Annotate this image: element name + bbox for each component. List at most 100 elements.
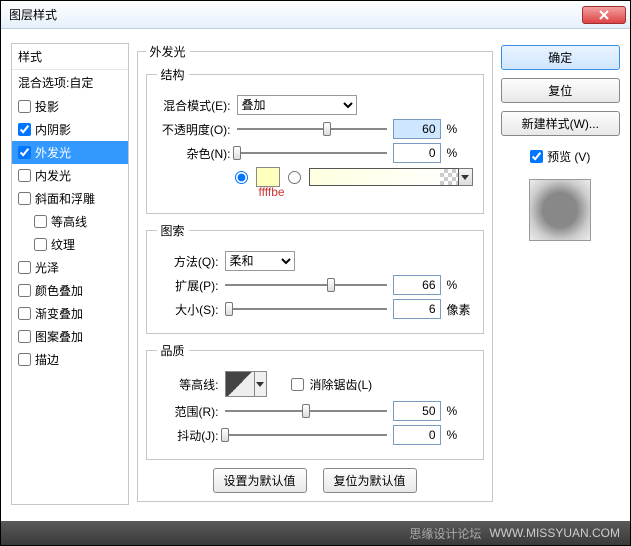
range-input[interactable] <box>393 401 441 421</box>
style-item-label: 颜色叠加 <box>35 282 83 299</box>
contour-dropdown[interactable] <box>255 371 267 397</box>
style-item-label: 图案叠加 <box>35 328 83 345</box>
color-hex: ffffbe <box>157 185 473 199</box>
noise-unit: % <box>447 146 473 160</box>
style-checkbox[interactable] <box>34 215 47 228</box>
color-swatch[interactable] <box>256 167 280 187</box>
footer: 思缘设计论坛 WWW.MISSYUAN.COM <box>1 521 630 545</box>
style-item-6[interactable]: 纹理 <box>12 233 128 256</box>
noise-input[interactable] <box>393 143 441 163</box>
elements-group: 图索 方法(Q): 柔和 扩展(P): % 大小(S): <box>146 222 484 334</box>
blend-mode-label: 混合模式(E): <box>157 97 231 114</box>
gradient-radio[interactable] <box>288 171 301 184</box>
style-item-7[interactable]: 光泽 <box>12 256 128 279</box>
close-button[interactable] <box>582 6 626 24</box>
styles-header[interactable]: 样式 <box>12 44 128 70</box>
quality-legend: 品质 <box>157 342 189 359</box>
style-checkbox[interactable] <box>18 307 31 320</box>
style-checkbox[interactable] <box>18 100 31 113</box>
gradient-picker[interactable] <box>309 168 459 186</box>
content-area: 样式 混合选项:自定 投影内阴影外发光内发光斜面和浮雕等高线纹理光泽颜色叠加渐变… <box>1 29 630 515</box>
solid-color-radio[interactable] <box>235 171 248 184</box>
style-item-9[interactable]: 渐变叠加 <box>12 302 128 325</box>
style-checkbox[interactable] <box>18 169 31 182</box>
noise-label: 杂色(N): <box>157 145 231 162</box>
technique-select[interactable]: 柔和 <box>225 251 295 271</box>
blend-mode-select[interactable]: 叠加 <box>237 95 357 115</box>
style-item-3[interactable]: 内发光 <box>12 164 128 187</box>
panel-title: 外发光 <box>146 43 190 60</box>
style-item-label: 等高线 <box>51 213 87 230</box>
size-slider[interactable] <box>225 299 387 319</box>
make-default-button[interactable]: 设置为默认值 <box>213 468 307 493</box>
style-checkbox[interactable] <box>18 353 31 366</box>
style-checkbox[interactable] <box>18 330 31 343</box>
blending-options[interactable]: 混合选项:自定 <box>12 70 128 95</box>
opacity-slider[interactable] <box>237 119 387 139</box>
style-item-label: 外发光 <box>35 144 71 161</box>
styles-panel: 样式 混合选项:自定 投影内阴影外发光内发光斜面和浮雕等高线纹理光泽颜色叠加渐变… <box>11 43 129 505</box>
style-item-11[interactable]: 描边 <box>12 348 128 371</box>
size-input[interactable] <box>393 299 441 319</box>
style-item-label: 描边 <box>35 351 59 368</box>
structure-group: 结构 混合模式(E): 叠加 不透明度(O): % 杂色(N): <box>146 66 484 214</box>
style-item-0[interactable]: 投影 <box>12 95 128 118</box>
footer-text1: 思缘设计论坛 <box>409 525 481 542</box>
style-checkbox[interactable] <box>18 261 31 274</box>
noise-slider[interactable] <box>237 143 387 163</box>
outer-glow-group: 外发光 结构 混合模式(E): 叠加 不透明度(O): % 杂色(N): <box>137 43 493 502</box>
antialias-checkbox[interactable] <box>291 378 304 391</box>
style-item-2[interactable]: 外发光 <box>12 141 128 164</box>
jitter-slider[interactable] <box>225 425 387 445</box>
style-item-label: 渐变叠加 <box>35 305 83 322</box>
spread-slider[interactable] <box>225 275 387 295</box>
contour-picker[interactable] <box>225 371 255 397</box>
ok-button[interactable]: 确定 <box>501 45 620 70</box>
style-item-label: 纹理 <box>51 236 75 253</box>
gradient-dropdown[interactable] <box>459 168 473 186</box>
style-item-label: 光泽 <box>35 259 59 276</box>
antialias-label: 消除锯齿(L) <box>310 376 373 393</box>
opacity-label: 不透明度(O): <box>157 121 231 138</box>
jitter-label: 抖动(J): <box>157 427 219 444</box>
chevron-down-icon <box>256 382 264 387</box>
style-item-label: 内阴影 <box>35 121 71 138</box>
style-checkbox[interactable] <box>18 123 31 136</box>
preview-thumbnail <box>529 179 591 241</box>
footer-text2: WWW.MISSYUAN.COM <box>489 526 620 540</box>
jitter-input[interactable] <box>393 425 441 445</box>
new-style-button[interactable]: 新建样式(W)... <box>501 111 620 136</box>
range-label: 范围(R): <box>157 403 219 420</box>
chevron-down-icon <box>461 175 469 180</box>
right-panel: 确定 复位 新建样式(W)... 预览 (V) <box>501 43 620 505</box>
style-checkbox[interactable] <box>18 192 31 205</box>
style-item-label: 斜面和浮雕 <box>35 190 95 207</box>
jitter-unit: % <box>447 428 473 442</box>
close-icon <box>599 10 609 20</box>
reset-default-button[interactable]: 复位为默认值 <box>323 468 417 493</box>
elements-legend: 图索 <box>157 222 189 239</box>
preview-label: 预览 (V) <box>547 148 590 165</box>
opacity-input[interactable] <box>393 119 441 139</box>
window-title: 图层样式 <box>9 6 582 23</box>
style-checkbox[interactable] <box>18 284 31 297</box>
size-label: 大小(S): <box>157 301 219 318</box>
style-item-1[interactable]: 内阴影 <box>12 118 128 141</box>
style-item-8[interactable]: 颜色叠加 <box>12 279 128 302</box>
range-slider[interactable] <box>225 401 387 421</box>
style-item-label: 内发光 <box>35 167 71 184</box>
style-item-4[interactable]: 斜面和浮雕 <box>12 187 128 210</box>
contour-label: 等高线: <box>157 376 219 393</box>
technique-label: 方法(Q): <box>157 253 219 270</box>
style-checkbox[interactable] <box>34 238 47 251</box>
spread-input[interactable] <box>393 275 441 295</box>
style-item-5[interactable]: 等高线 <box>12 210 128 233</box>
main-panel: 外发光 结构 混合模式(E): 叠加 不透明度(O): % 杂色(N): <box>137 43 493 505</box>
cancel-button[interactable]: 复位 <box>501 78 620 103</box>
preview-checkbox[interactable] <box>530 150 543 163</box>
size-unit: 像素 <box>447 301 473 318</box>
style-checkbox[interactable] <box>18 146 31 159</box>
style-item-10[interactable]: 图案叠加 <box>12 325 128 348</box>
spread-unit: % <box>447 278 473 292</box>
layer-style-dialog: 图层样式 样式 混合选项:自定 投影内阴影外发光内发光斜面和浮雕等高线纹理光泽颜… <box>0 0 631 546</box>
